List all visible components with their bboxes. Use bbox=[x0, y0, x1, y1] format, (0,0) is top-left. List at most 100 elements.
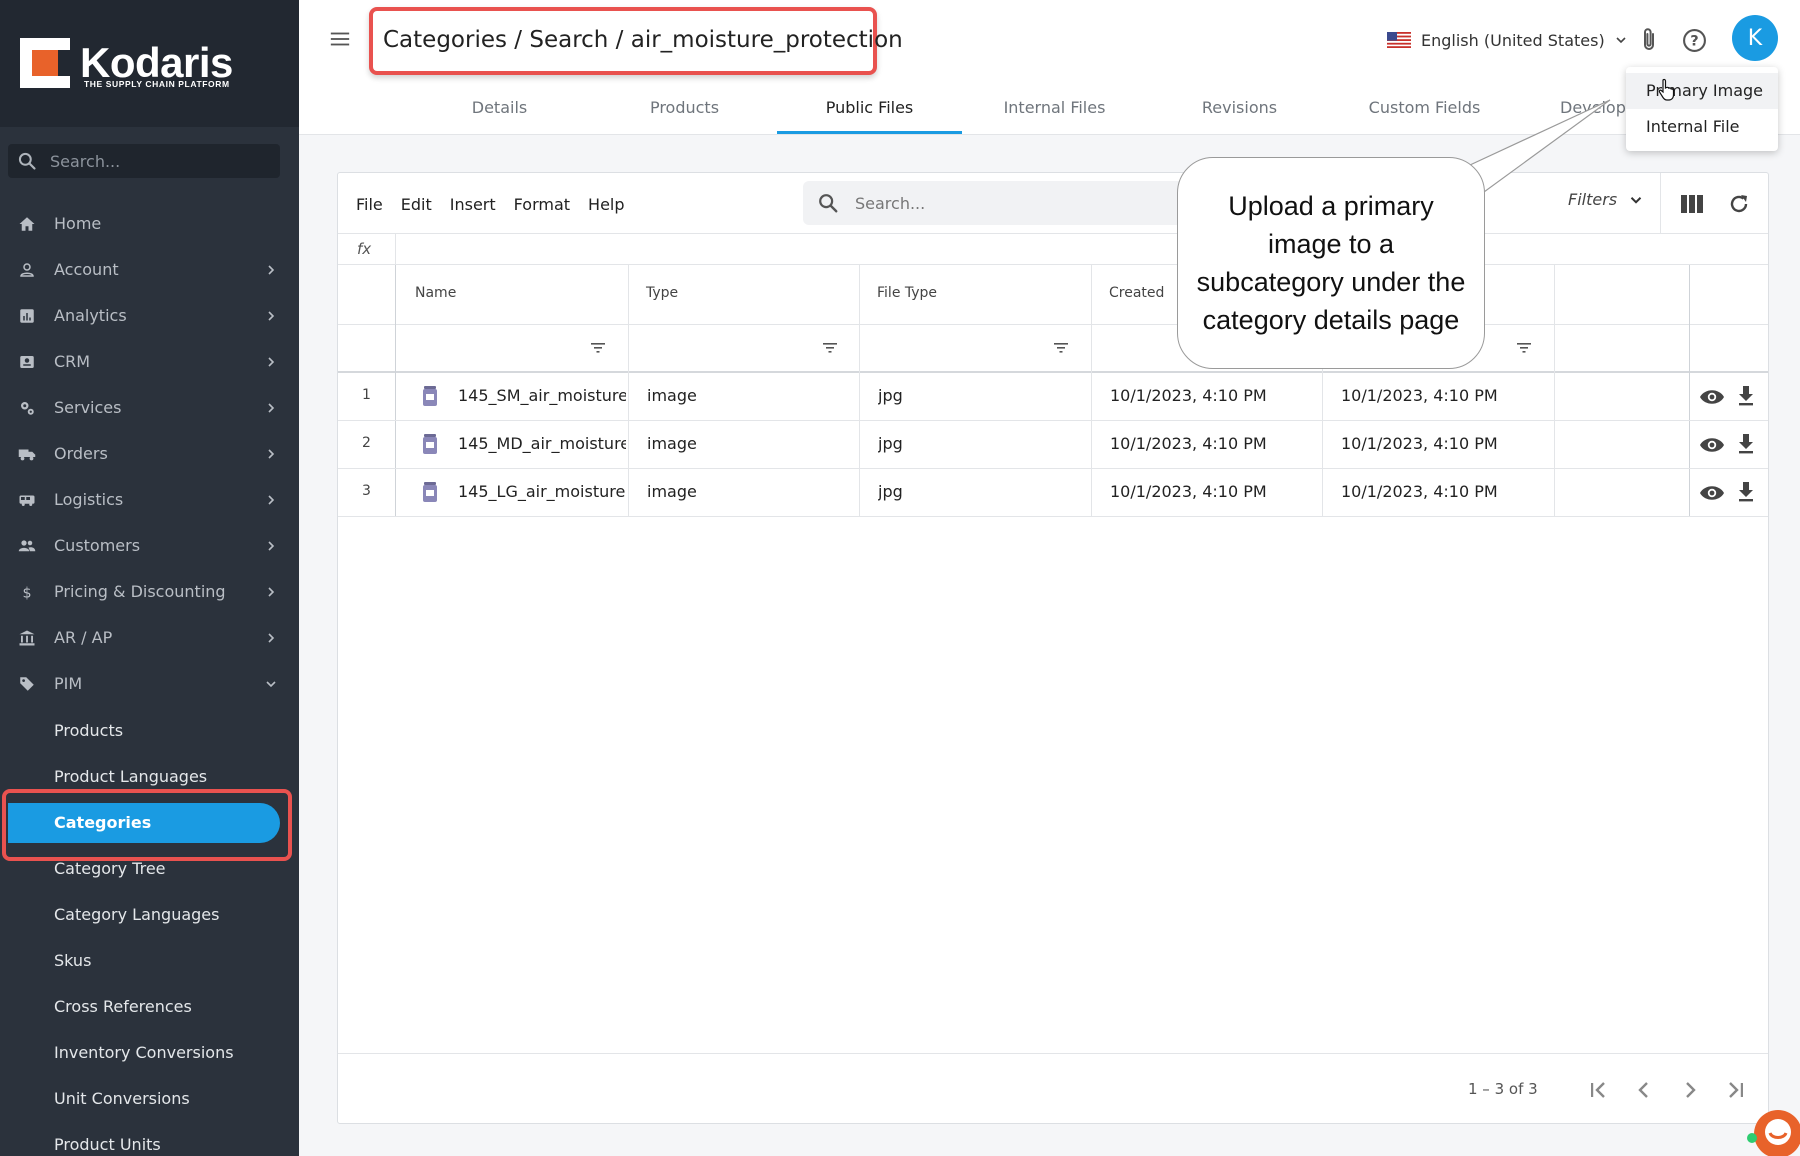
tab-products[interactable]: Products bbox=[592, 86, 777, 134]
callout-text: Upload a primary image to a subcategory … bbox=[1196, 191, 1466, 335]
filter-icon[interactable] bbox=[822, 340, 838, 356]
sidebar-item-pim[interactable]: PIM bbox=[0, 664, 299, 704]
view-eye-icon[interactable] bbox=[1699, 386, 1725, 408]
sidebar-item-label: Home bbox=[54, 214, 102, 233]
first-page-icon[interactable] bbox=[1586, 1078, 1610, 1102]
hamburger-menu-icon[interactable] bbox=[329, 28, 351, 50]
cell-created: 10/1/2023, 4:10 PM bbox=[1110, 386, 1267, 405]
sidebar-subitem-category-languages[interactable]: Category Languages bbox=[0, 895, 299, 935]
sidebar-subitem-cross-references[interactable]: Cross References bbox=[0, 987, 299, 1027]
table-row[interactable]: 2 145_MD_air_moisture.jpg image jpg 10/1… bbox=[338, 421, 1768, 469]
next-page-icon[interactable] bbox=[1678, 1078, 1702, 1102]
cell-updated: 10/1/2023, 4:10 PM bbox=[1341, 386, 1498, 405]
sidebar-item-label: Pricing & Discounting bbox=[54, 582, 226, 601]
refresh-icon[interactable] bbox=[1727, 192, 1751, 216]
formula-divider bbox=[395, 234, 396, 266]
cell-type: image bbox=[647, 434, 697, 453]
row-number: 1 bbox=[362, 387, 371, 403]
tab-public-files[interactable]: Public Files bbox=[777, 86, 962, 134]
menu-item-primary-image[interactable]: Primary Image bbox=[1626, 73, 1778, 109]
column-header-created[interactable]: Created bbox=[1109, 285, 1164, 301]
cell-name: 145_SM_air_moisture.jpg bbox=[458, 386, 626, 405]
sidebar-item-label: Services bbox=[54, 398, 122, 417]
sidebar-item-label: CRM bbox=[54, 352, 91, 371]
person-icon bbox=[20, 263, 34, 277]
tab-details[interactable]: Details bbox=[407, 86, 592, 134]
logo-area: Kodaris THE SUPPLY CHAIN PLATFORM bbox=[0, 0, 299, 127]
sidebar-item-analytics[interactable]: Analytics bbox=[0, 296, 299, 336]
chevron-down-icon bbox=[1616, 37, 1626, 44]
table-row[interactable]: 3 145_LG_air_moisture.jpg image jpg 10/1… bbox=[338, 469, 1768, 517]
tab-revisions[interactable]: Revisions bbox=[1147, 86, 1332, 134]
tab-bar: Details Products Public Files Internal F… bbox=[407, 86, 1800, 135]
sidebar-item-logistics[interactable]: Logistics bbox=[0, 480, 299, 520]
formula-bar[interactable]: fx bbox=[338, 233, 1768, 266]
filter-icon[interactable] bbox=[1053, 340, 1069, 356]
sidebar-item-orders[interactable]: Orders bbox=[0, 434, 299, 474]
svg-text:$: $ bbox=[22, 585, 31, 601]
breadcrumb: Categories / Search / air_moisture_prote… bbox=[383, 27, 903, 53]
grid-search-input[interactable] bbox=[855, 181, 1185, 225]
column-header-name[interactable]: Name bbox=[415, 285, 456, 301]
chevron-right-icon bbox=[268, 311, 275, 321]
sidebar-item-label: Logistics bbox=[54, 490, 124, 509]
paperclip-icon[interactable] bbox=[1637, 27, 1661, 53]
cell-updated: 10/1/2023, 4:10 PM bbox=[1341, 482, 1498, 501]
previous-page-icon[interactable] bbox=[1632, 1078, 1656, 1102]
download-icon[interactable] bbox=[1736, 432, 1756, 456]
menu-help[interactable]: Help bbox=[588, 195, 624, 214]
sidebar-subitem-product-units[interactable]: Product Units bbox=[0, 1125, 299, 1156]
sidebar-subitem-inventory-conversions[interactable]: Inventory Conversions bbox=[0, 1033, 299, 1073]
column-header-type[interactable]: Type bbox=[646, 285, 678, 301]
filter-icon[interactable] bbox=[1516, 340, 1532, 356]
chat-support-icon[interactable] bbox=[1746, 1102, 1800, 1156]
view-eye-icon[interactable] bbox=[1699, 434, 1725, 456]
cell-created: 10/1/2023, 4:10 PM bbox=[1110, 434, 1267, 453]
sidebar-item-ar-ap[interactable]: AR / AP bbox=[0, 618, 299, 658]
sidebar-item-crm[interactable]: CRM bbox=[0, 342, 299, 382]
view-eye-icon[interactable] bbox=[1699, 482, 1725, 504]
filters-label: Filters bbox=[1568, 190, 1618, 209]
tab-internal-files[interactable]: Internal Files bbox=[962, 86, 1147, 134]
gears-icon bbox=[21, 402, 34, 415]
menu-item-internal-file[interactable]: Internal File bbox=[1626, 109, 1778, 145]
download-icon[interactable] bbox=[1736, 384, 1756, 408]
sidebar-subitem-unit-conversions[interactable]: Unit Conversions bbox=[0, 1079, 299, 1119]
menu-insert[interactable]: Insert bbox=[450, 195, 496, 214]
help-icon[interactable]: ? bbox=[1682, 28, 1707, 53]
sidebar-item-customers[interactable]: Customers bbox=[0, 526, 299, 566]
menu-edit[interactable]: Edit bbox=[401, 195, 432, 214]
language-selector[interactable]: English (United States) bbox=[1387, 28, 1629, 52]
sidebar-subitem-products[interactable]: Products bbox=[0, 711, 299, 751]
menu-format[interactable]: Format bbox=[514, 195, 570, 214]
download-icon[interactable] bbox=[1736, 480, 1756, 504]
shuttle-icon bbox=[19, 495, 35, 506]
brand-tagline: THE SUPPLY CHAIN PLATFORM bbox=[84, 79, 230, 89]
categories-highlight-box bbox=[2, 789, 292, 861]
sidebar-item-account[interactable]: Account bbox=[0, 250, 299, 290]
contact-card-icon bbox=[20, 356, 34, 368]
file-thumbnail-icon bbox=[423, 434, 437, 454]
column-header-file-type[interactable]: File Type bbox=[877, 285, 937, 301]
filters-button[interactable]: Filters bbox=[1568, 190, 1645, 209]
tag-icon bbox=[20, 677, 34, 691]
sidebar-item-home[interactable]: Home bbox=[0, 204, 299, 244]
table-row[interactable]: 1 145_SM_air_moisture.jpg image jpg 10/1… bbox=[338, 373, 1768, 421]
sidebar-item-pricing[interactable]: $ Pricing & Discounting bbox=[0, 572, 299, 612]
sidebar-item-services[interactable]: Services bbox=[0, 388, 299, 428]
language-label: English (United States) bbox=[1421, 30, 1605, 50]
sidebar-item-label: PIM bbox=[54, 674, 83, 693]
avatar[interactable]: K bbox=[1732, 15, 1778, 61]
filter-icon[interactable] bbox=[590, 340, 606, 356]
truck-icon bbox=[18, 449, 36, 461]
chevron-right-icon bbox=[268, 633, 275, 643]
us-flag-icon bbox=[1387, 32, 1411, 48]
tab-custom-fields[interactable]: Custom Fields bbox=[1332, 86, 1517, 134]
columns-icon[interactable] bbox=[1680, 193, 1704, 215]
grid-search bbox=[803, 181, 1203, 225]
sidebar-search-input[interactable] bbox=[50, 144, 270, 178]
menu-file[interactable]: File bbox=[356, 195, 383, 214]
sidebar-subitem-skus[interactable]: Skus bbox=[0, 941, 299, 981]
last-page-icon[interactable] bbox=[1724, 1078, 1748, 1102]
chevron-right-icon bbox=[268, 449, 275, 459]
